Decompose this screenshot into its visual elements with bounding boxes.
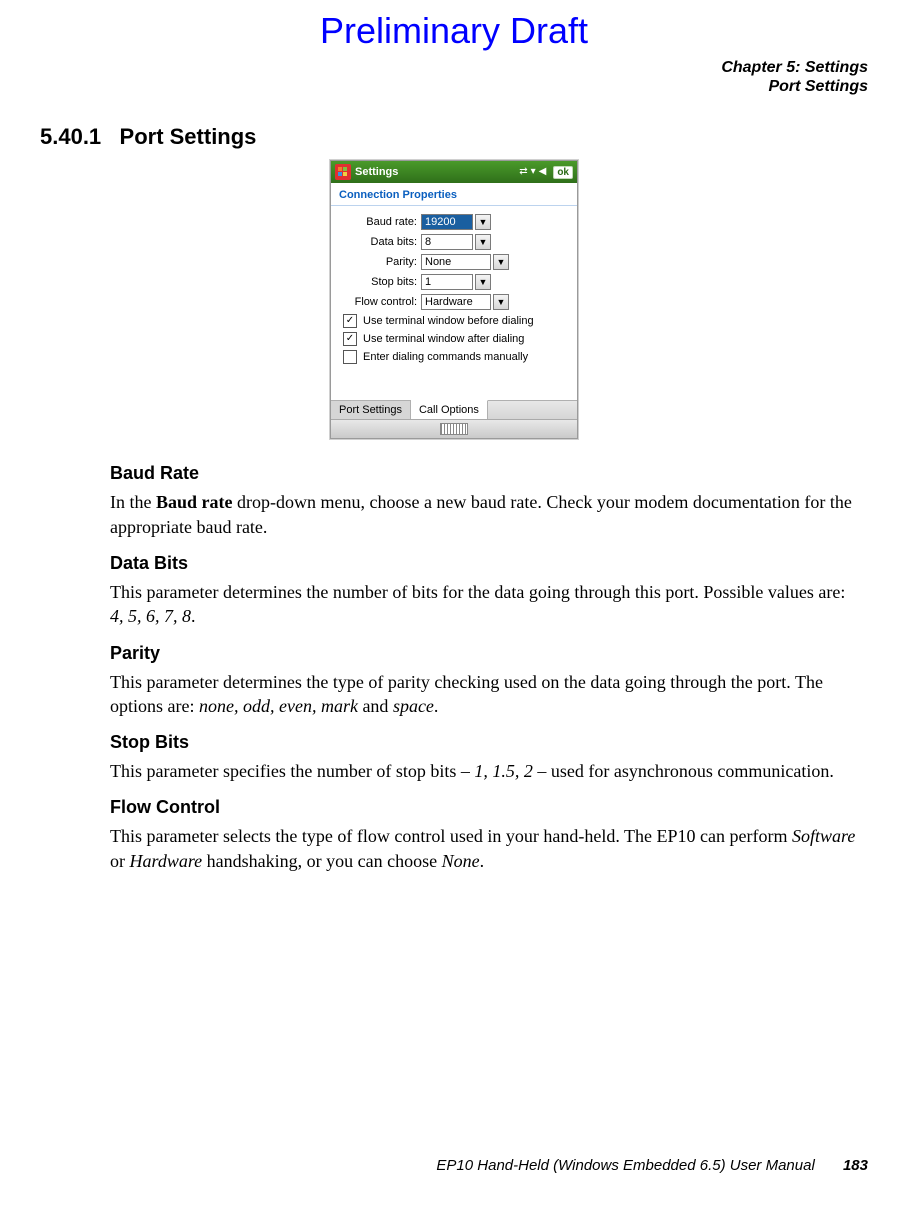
flow-control-label: Flow control:: [339, 296, 421, 308]
heading-parity: Parity: [110, 643, 858, 664]
checkbox-label: Use terminal window after dialing: [363, 333, 524, 345]
checkbox-icon[interactable]: [343, 350, 357, 364]
tab-call-options[interactable]: Call Options: [411, 400, 488, 419]
para-data-bits: This parameter determines the number of …: [110, 580, 858, 629]
checkbox-after-dialing[interactable]: ✓ Use terminal window after dialing: [343, 332, 569, 346]
checkbox-label: Enter dialing commands manually: [363, 351, 528, 363]
page-number: 183: [843, 1157, 868, 1174]
section-number: 5.40.1: [40, 124, 101, 149]
checkbox-label: Use terminal window before dialing: [363, 315, 534, 327]
parity-dropdown[interactable]: None: [421, 254, 491, 270]
window-titlebar: Settings ⇄ ▾ ◀ ok: [331, 161, 577, 183]
baud-rate-dropdown[interactable]: 19200: [421, 214, 473, 230]
start-flag-icon[interactable]: [335, 164, 351, 180]
signal-icon[interactable]: ▾: [531, 167, 536, 177]
section-heading: 5.40.1 Port Settings: [40, 124, 868, 150]
chapter-line-1: Chapter 5: Settings: [40, 58, 868, 77]
system-tray: ⇄ ▾ ◀: [519, 167, 546, 177]
heading-data-bits: Data Bits: [110, 553, 858, 574]
preliminary-draft-label: Preliminary Draft: [40, 10, 868, 52]
heading-baud-rate: Baud Rate: [110, 463, 858, 484]
bottom-tabbar: Port Settings Call Options: [331, 400, 577, 419]
connectivity-icon[interactable]: ⇄: [519, 167, 527, 177]
checkbox-before-dialing[interactable]: ✓ Use terminal window before dialing: [343, 314, 569, 328]
keyboard-icon[interactable]: [440, 423, 468, 435]
heading-stop-bits: Stop Bits: [110, 732, 858, 753]
para-parity: This parameter determines the type of pa…: [110, 670, 858, 719]
tab-port-settings[interactable]: Port Settings: [331, 401, 411, 419]
ok-button[interactable]: ok: [553, 166, 573, 179]
sip-bar[interactable]: [331, 419, 577, 438]
chapter-line-2: Port Settings: [40, 77, 868, 96]
manual-title: EP10 Hand-Held (Windows Embedded 6.5) Us…: [436, 1157, 814, 1174]
chevron-down-icon[interactable]: ▼: [493, 294, 509, 310]
para-flow-control: This parameter selects the type of flow …: [110, 824, 858, 873]
baud-rate-label: Baud rate:: [339, 216, 421, 228]
stop-bits-label: Stop bits:: [339, 276, 421, 288]
chapter-header: Chapter 5: Settings Port Settings: [40, 58, 868, 96]
checkbox-icon[interactable]: ✓: [343, 314, 357, 328]
parity-label: Parity:: [339, 256, 421, 268]
page-footer: EP10 Hand-Held (Windows Embedded 6.5) Us…: [436, 1157, 868, 1174]
section-title: Port Settings: [120, 124, 257, 149]
form-area: Baud rate: 19200 ▼ Data bits: 8 ▼ Parity…: [331, 206, 577, 372]
chevron-down-icon[interactable]: ▼: [493, 254, 509, 270]
port-settings-screenshot: Settings ⇄ ▾ ◀ ok Connection Properties …: [330, 160, 578, 439]
para-baud-rate: In the Baud rate drop-down menu, choose …: [110, 490, 858, 539]
panel-title: Connection Properties: [331, 183, 577, 206]
chevron-down-icon[interactable]: ▼: [475, 234, 491, 250]
chevron-down-icon[interactable]: ▼: [475, 274, 491, 290]
data-bits-label: Data bits:: [339, 236, 421, 248]
volume-icon[interactable]: ◀: [539, 167, 547, 177]
window-title: Settings: [355, 166, 398, 178]
chevron-down-icon[interactable]: ▼: [475, 214, 491, 230]
checkbox-icon[interactable]: ✓: [343, 332, 357, 346]
stop-bits-dropdown[interactable]: 1: [421, 274, 473, 290]
checkbox-manual-dialing[interactable]: Enter dialing commands manually: [343, 350, 569, 364]
data-bits-dropdown[interactable]: 8: [421, 234, 473, 250]
flow-control-dropdown[interactable]: Hardware: [421, 294, 491, 310]
para-stop-bits: This parameter specifies the number of s…: [110, 759, 858, 783]
heading-flow-control: Flow Control: [110, 797, 858, 818]
